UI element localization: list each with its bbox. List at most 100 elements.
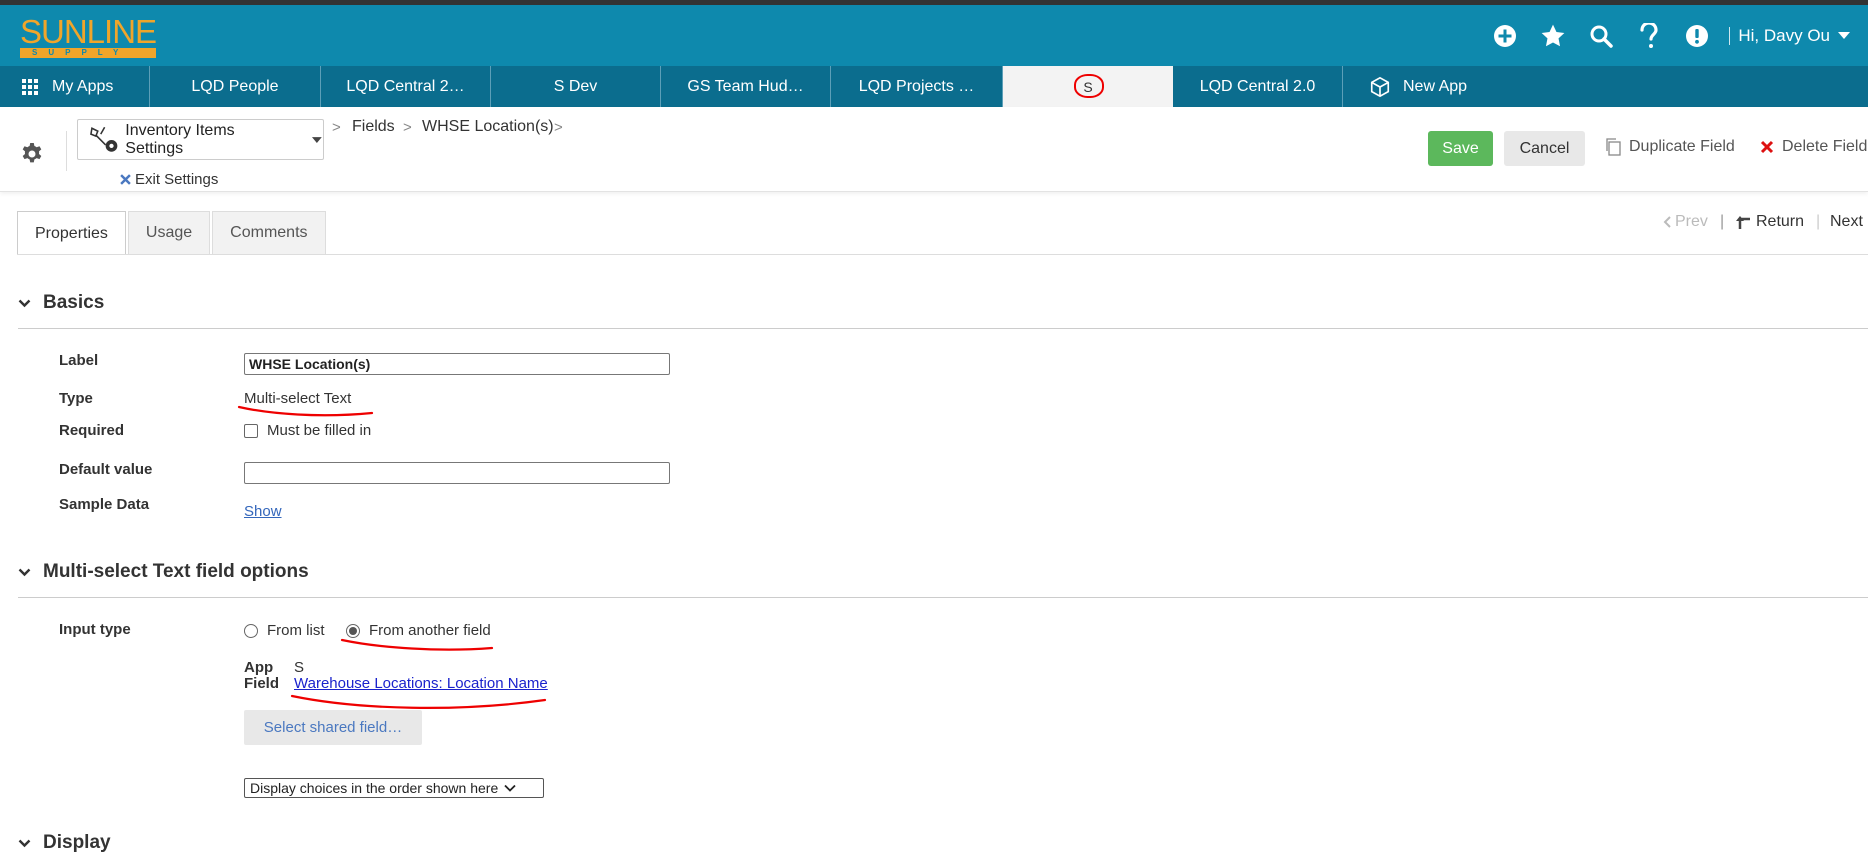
delete-field-label: Delete Field	[1782, 138, 1868, 155]
new-app-button[interactable]: New App	[1343, 66, 1513, 107]
app-tab-lqd-people[interactable]: LQD People	[150, 66, 321, 107]
app-tab-lqd-projects[interactable]: LQD Projects …	[831, 66, 1003, 107]
toolbar-divider	[66, 131, 67, 171]
chevron-down-icon	[18, 299, 31, 307]
choice-order-select[interactable]: Display choices in the order shown here	[244, 778, 544, 798]
radio-from-list[interactable]: From list	[244, 622, 325, 639]
settings-dropdown[interactable]: Inventory Items Settings	[77, 119, 324, 160]
radio-button-selected[interactable]	[346, 623, 360, 638]
alert-icon[interactable]	[1673, 5, 1721, 66]
breadcrumb-separator: >	[403, 119, 412, 136]
radio-button[interactable]	[244, 623, 258, 638]
return-arrow-icon	[1736, 216, 1750, 229]
return-link[interactable]: Return	[1736, 213, 1804, 231]
display-section-header[interactable]: Display	[18, 832, 111, 854]
app-tab-label: S Dev	[553, 77, 598, 95]
header-divider	[1729, 26, 1731, 45]
header-actions: Hi, Davy Ou	[1481, 5, 1868, 66]
prev-label: Prev	[1675, 213, 1708, 230]
required-checkbox-label: Must be filled in	[267, 422, 372, 439]
settings-dropdown-label: Inventory Items Settings	[125, 121, 235, 157]
breadcrumb-current: WHSE Location(s)	[422, 118, 554, 135]
radio-from-another-field-label: From another field	[369, 622, 491, 639]
radio-from-list-label: From list	[267, 622, 325, 639]
red-circle-annotation	[1074, 73, 1104, 98]
app-tab-lqd-central-2[interactable]: LQD Central 2…	[321, 66, 491, 107]
breadcrumb-separator: >	[554, 119, 563, 136]
add-icon[interactable]	[1481, 5, 1529, 66]
next-label: Next	[1830, 213, 1863, 230]
cancel-button[interactable]: Cancel	[1504, 131, 1585, 166]
app-tab-s-dev[interactable]: S Dev	[491, 66, 661, 107]
app-tab-label: New App	[1403, 77, 1468, 95]
chevron-down-icon	[18, 568, 31, 576]
gear-icon[interactable]	[20, 142, 46, 168]
multiselect-options-section-header[interactable]: Multi-select Text field options	[18, 561, 309, 583]
app-tab-label: LQD People	[191, 77, 279, 95]
app-tab-my-apps[interactable]: My Apps	[0, 66, 150, 107]
app-tab-gs-team-hud[interactable]: GS Team Hud…	[661, 66, 831, 107]
section-title: Multi-select Text field options	[43, 561, 309, 582]
logo-main-text: SUNLINE	[20, 13, 157, 50]
prev-link[interactable]: Prev	[1663, 213, 1708, 231]
app-tab-lqd-central-2-0[interactable]: LQD Central 2.0	[1173, 66, 1343, 107]
return-label: Return	[1756, 213, 1805, 230]
page-tabs: Properties Usage Comments	[17, 211, 328, 255]
basics-section-header[interactable]: Basics	[18, 292, 104, 314]
search-icon[interactable]	[1577, 5, 1625, 66]
radio-from-another-field[interactable]: From another field	[346, 622, 491, 639]
input-type-label: Input type	[59, 621, 131, 638]
chevron-down-icon	[18, 839, 31, 847]
tabs-underline	[17, 254, 1868, 255]
exit-settings-link[interactable]: Exit Settings	[120, 171, 218, 188]
nav-divider: |	[1816, 213, 1821, 230]
sunline-logo[interactable]: SUNLINE SUPPLY	[20, 13, 157, 58]
label-input[interactable]	[244, 353, 670, 375]
star-icon[interactable]	[1529, 5, 1577, 66]
exit-settings-label: Exit Settings	[135, 171, 219, 188]
copy-icon	[1606, 138, 1621, 156]
sample-data-label: Sample Data	[59, 496, 150, 513]
help-icon[interactable]	[1625, 5, 1673, 66]
app-tab-bar: My Apps LQD People LQD Central 2… S Dev …	[0, 66, 1868, 107]
save-button[interactable]: Save	[1428, 131, 1493, 166]
type-value: Multi-select Text	[244, 390, 352, 407]
tab-comments[interactable]: Comments	[212, 211, 326, 254]
app-tab-label: GS Team Hud…	[687, 77, 804, 95]
duplicate-field-label: Duplicate Field	[1629, 138, 1735, 155]
chevron-left-icon	[1663, 216, 1671, 228]
label-field-label: Label	[59, 352, 99, 369]
app-tab-label: LQD Central 2…	[346, 77, 465, 95]
tab-usage[interactable]: Usage	[127, 211, 211, 254]
breadcrumb-separator: >	[332, 119, 341, 136]
settings-toolbar: Inventory Items Settings > Fields > WHSE…	[0, 107, 1868, 192]
show-sample-link[interactable]: Show	[244, 503, 282, 520]
delete-field-button[interactable]: Delete Field	[1760, 138, 1867, 156]
field-link[interactable]: Warehouse Locations: Location Name	[294, 676, 548, 692]
section-title: Display	[43, 832, 111, 853]
checkbox-box[interactable]	[244, 423, 258, 438]
section-divider	[18, 597, 1868, 598]
chevron-down-icon	[1838, 31, 1850, 39]
app-tab-label: LQD Projects …	[858, 77, 975, 95]
logo-sub-text: SUPPLY	[20, 48, 156, 58]
select-shared-field-button[interactable]: Select shared field…	[244, 710, 422, 745]
user-menu[interactable]: Hi, Davy Ou	[1738, 26, 1850, 46]
duplicate-field-button[interactable]: Duplicate Field	[1605, 138, 1735, 156]
app-tab-s[interactable]: S	[1003, 66, 1173, 107]
apps-grid-icon	[22, 78, 38, 95]
breadcrumb-fields[interactable]: Fields	[352, 118, 395, 136]
next-link[interactable]: Next	[1830, 213, 1863, 231]
cube-icon	[1370, 76, 1390, 97]
section-divider	[18, 328, 1868, 329]
caret-down-icon	[312, 136, 323, 143]
field-label: Field	[244, 675, 280, 692]
type-field-label: Type	[59, 390, 93, 407]
settings-wrench-icon	[90, 126, 118, 152]
required-field-label: Required	[59, 422, 125, 439]
required-checkbox[interactable]: Must be filled in	[244, 422, 371, 439]
default-value-input[interactable]	[244, 462, 670, 484]
tab-properties[interactable]: Properties	[17, 211, 126, 255]
user-greeting: Hi, Davy Ou	[1738, 25, 1830, 45]
default-value-label: Default value	[59, 461, 153, 478]
